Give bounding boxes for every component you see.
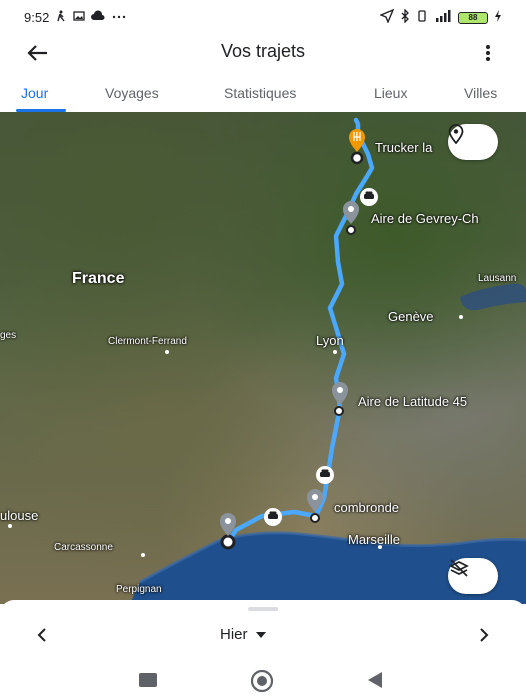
image-icon — [73, 10, 85, 25]
map-label-clermont: Clermont-Ferrand — [108, 336, 187, 347]
home-circle-icon — [250, 669, 274, 693]
chevron-right-icon — [480, 628, 489, 642]
walk-icon — [55, 10, 67, 25]
restaurant-pin-icon[interactable] — [349, 129, 365, 152]
map-overlay — [8, 117, 526, 604]
charging-icon — [494, 10, 502, 25]
next-day-button[interactable] — [474, 624, 494, 646]
stop-marker — [334, 406, 344, 416]
more-vert-icon — [486, 45, 490, 61]
tab-voyages[interactable]: Voyages — [105, 85, 159, 101]
status-bar: 9:52 88 — [0, 0, 526, 36]
route-start-marker — [220, 534, 236, 550]
map-label-france: France — [72, 270, 125, 287]
app-bar: Vos trajets — [0, 36, 526, 70]
cloud-icon — [91, 10, 105, 25]
square-icon — [139, 673, 157, 687]
page-title: Vos trajets — [220, 41, 306, 61]
map-label-toulouse: ulouse — [0, 508, 39, 523]
back-nav-button[interactable] — [366, 671, 384, 694]
layers-off-icon — [449, 559, 469, 577]
day-selector[interactable]: Hier — [220, 626, 266, 643]
add-place-button[interactable] — [448, 124, 498, 160]
status-right: 88 — [379, 8, 502, 26]
map-label-marseille: Marseille — [348, 532, 401, 547]
sheet-drag-handle[interactable] — [248, 607, 278, 611]
more-options-button[interactable] — [476, 38, 500, 68]
car-icon — [360, 188, 378, 206]
city-dot — [333, 350, 337, 354]
status-time: 9:52 — [24, 9, 50, 25]
lake-geneva — [460, 283, 526, 311]
map-label-gevrey: Aire de Gevrey-Ch — [371, 211, 479, 226]
route-end-marker — [350, 151, 364, 165]
map-label-carcassonne: Carcassonne — [54, 542, 113, 553]
map-label-geneve: Genève — [388, 309, 434, 324]
recents-button[interactable] — [138, 672, 158, 695]
tab-villes[interactable]: Villes — [464, 85, 497, 101]
tab-bar: Jour Voyages Statistiques Lieux Villes — [0, 78, 526, 112]
add-location-icon — [448, 124, 464, 144]
bottom-sheet: Hier — [0, 600, 526, 660]
city-dot — [141, 553, 145, 557]
map-label-lausanne: Lausann — [478, 273, 517, 284]
stop-marker — [346, 225, 356, 235]
map-label-edge: ges — [0, 330, 17, 341]
map-label-combronde: combronde — [334, 500, 400, 515]
route-line — [225, 117, 375, 545]
system-navigation-bar — [0, 660, 526, 700]
car-icon — [316, 466, 334, 484]
city-dot — [165, 350, 169, 354]
map-label-lyon: Lyon — [316, 333, 344, 348]
tab-lieux[interactable]: Lieux — [374, 85, 407, 101]
day-label: Hier — [220, 626, 248, 643]
battery-indicator: 88 — [458, 11, 488, 24]
status-left: 9:52 — [24, 10, 127, 25]
map-label-trucker: Trucker la — [375, 140, 433, 155]
vibrate-icon — [416, 9, 428, 26]
signal-icon — [434, 10, 452, 25]
home-button[interactable] — [249, 669, 275, 697]
tab-statistiques[interactable]: Statistiques — [224, 85, 296, 101]
car-icon — [264, 508, 282, 526]
tab-jour[interactable]: Jour — [21, 85, 48, 101]
triangle-back-icon — [368, 672, 382, 688]
city-dot — [459, 315, 463, 319]
dropdown-arrow-icon — [255, 631, 266, 638]
location-arrow-icon — [379, 8, 395, 26]
map-label-latitude: Aire de Latitude 45 — [358, 394, 468, 409]
stop-marker — [310, 513, 320, 523]
place-pin-icon[interactable] — [332, 382, 348, 405]
map-label-perpignan: Perpignan — [116, 584, 162, 595]
map-view[interactable]: France Trucker la Aire de Gevrey-Ch Laus… — [0, 112, 526, 604]
chevron-left-icon — [37, 628, 46, 642]
bluetooth-icon — [400, 8, 410, 26]
layers-button[interactable] — [448, 558, 498, 594]
previous-day-button[interactable] — [32, 624, 52, 646]
city-dot — [8, 524, 12, 528]
more-notifications-icon — [111, 10, 127, 25]
